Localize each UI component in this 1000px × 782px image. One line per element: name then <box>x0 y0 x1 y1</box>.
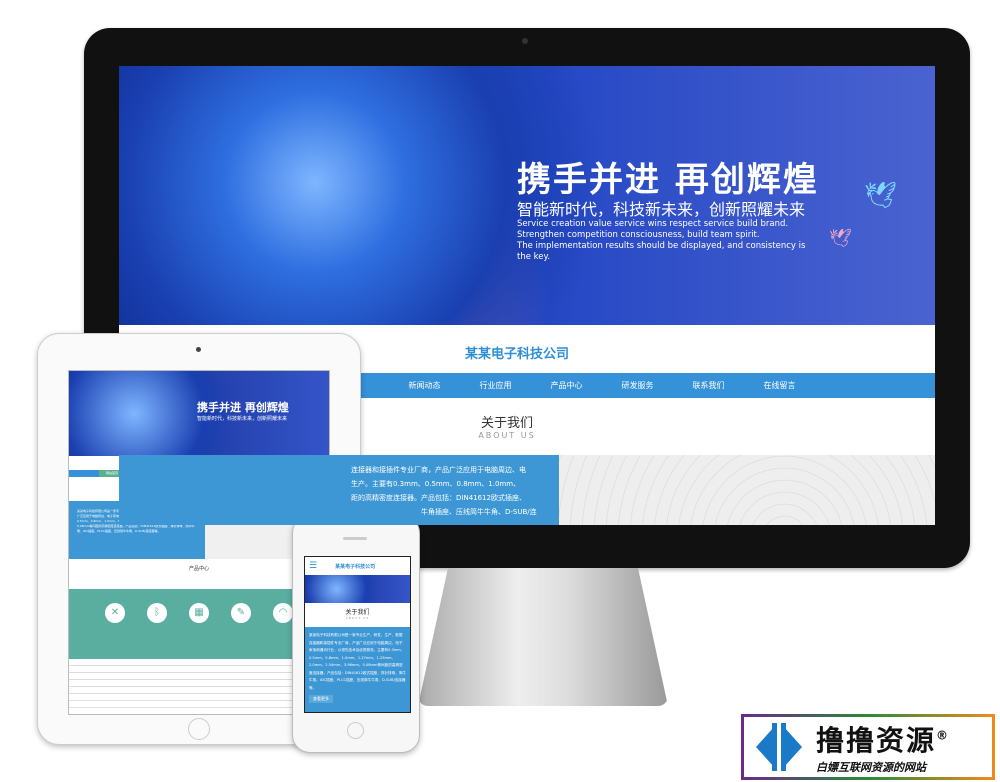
phone-home-button <box>347 722 364 739</box>
tablet-banner-title: 携手并进 再创辉煌 <box>197 401 289 414</box>
banner-title: 携手并进 再创辉煌 <box>517 160 819 200</box>
banner-english: Service creation value service wins resp… <box>517 219 817 263</box>
hero-banner: 携手并进 再创辉煌 智能新时代，科技新未来，创新照耀未来 Service cre… <box>119 66 935 325</box>
watermark-emblem-icon <box>752 721 808 773</box>
about-line: 生产。主要有0.3mm、0.5mm、0.8mm、1.0mm、 <box>351 480 521 488</box>
tablet-news-list <box>69 659 329 714</box>
banner-english-line: Strengthen competition consciousness, bu… <box>517 230 760 240</box>
more-button[interactable]: 查看更多 <box>309 695 333 703</box>
nav-item[interactable]: 行业应用 <box>460 373 531 398</box>
chip-icon[interactable]: ▦ <box>189 603 209 623</box>
about-image <box>559 455 935 525</box>
nav-item[interactable]: 研发服务 <box>602 373 673 398</box>
site-logo[interactable]: 某某电子科技公司 <box>465 343 569 362</box>
phone-about-title: 关于我们 <box>345 609 370 616</box>
watermark-name: 撸撸资源 <box>816 724 937 757</box>
phone-about-text: 某某电子科技有限公司是一家专业生产、研发、生产、数据连接器和接插件专业厂商，产品… <box>305 627 410 712</box>
phone-about-heading: 关于我们 ABOUT US <box>305 603 410 627</box>
nav-item[interactable]: 在线留言 <box>744 373 815 398</box>
monitor-camera <box>522 38 528 44</box>
phone-screen: ☰ 某某电子科技公司 关于我们 ABOUT US 某某电子科技有限公司是一家专业… <box>304 556 411 713</box>
bird-icon: 🕊 <box>864 181 898 211</box>
wifi-icon[interactable]: ◠ <box>273 603 293 623</box>
nav-item[interactable]: 新闻动态 <box>389 373 460 398</box>
nav-item[interactable]: 联系我们 <box>673 373 744 398</box>
about-line: 距的高精密度连接器。产品包括：DIN41612欧式插座、 <box>351 494 526 502</box>
tablet-banner: 携手并进 再创辉煌 智能新时代，科技新未来，创新照耀未来 <box>69 371 329 456</box>
about-text: 连接器和接插件专业厂商，产品广泛应用于电脑周边、电 生产。主要有0.3mm、0.… <box>119 455 559 525</box>
registered-mark: ® <box>936 728 951 743</box>
bluetooth-icon[interactable]: ᛒ <box>147 603 167 623</box>
phone-about-paragraph: 某某电子科技有限公司是一家专业生产、研发、生产、数据连接器和接插件专业厂商，产品… <box>309 633 407 690</box>
monitor-stand <box>418 568 668 706</box>
banner-subtitle: 智能新时代，科技新未来，创新照耀未来 <box>517 200 806 219</box>
banner-english-line: The implementation results should be dis… <box>517 241 806 262</box>
nav-item[interactable]: 产品中心 <box>531 373 602 398</box>
phone-banner <box>305 575 410 603</box>
phone-header: ☰ 某某电子科技公司 <box>305 557 410 575</box>
tablet-home-button <box>188 718 210 740</box>
monitor-screen: 携手并进 再创辉煌 智能新时代，科技新未来，创新照耀未来 Service cre… <box>119 66 935 525</box>
menu-icon[interactable]: ☰ <box>309 561 317 571</box>
bird-icon: 🕊 <box>829 228 852 249</box>
watermark-tagline: 白嫖互联网资源的网站 <box>816 761 926 774</box>
tools-icon[interactable]: ✕ <box>105 603 125 623</box>
tablet-screen: 携手并进 再创辉煌 智能新时代，科技新未来，创新照耀未来 某某电子科技公司 网站… <box>68 370 330 715</box>
phone-logo[interactable]: 某某电子科技公司 <box>335 563 375 570</box>
banner-english-line: Service creation value service wins resp… <box>517 219 789 229</box>
about-line: 牛角插座、压线简牛牛角、D-SUB/连 <box>421 508 537 516</box>
tablet-products-title: 产品中心 <box>188 566 209 572</box>
about-line: 连接器和接插件专业厂商，产品广泛应用于电脑周边、电 <box>351 466 526 474</box>
watermark-logo: 撸撸资源® 白嫖互联网资源的网站 <box>741 714 995 780</box>
tablet-banner-subtitle: 智能新时代，科技新未来，创新照耀未来 <box>197 416 288 422</box>
wrench-icon[interactable]: ✎ <box>231 603 251 623</box>
phone-speaker <box>343 537 367 540</box>
tablet-products: ✕ ᛒ ▦ ✎ ◠ <box>69 589 329 659</box>
tablet-camera <box>196 347 201 352</box>
phone-about-subtitle: ABOUT US <box>345 616 370 620</box>
